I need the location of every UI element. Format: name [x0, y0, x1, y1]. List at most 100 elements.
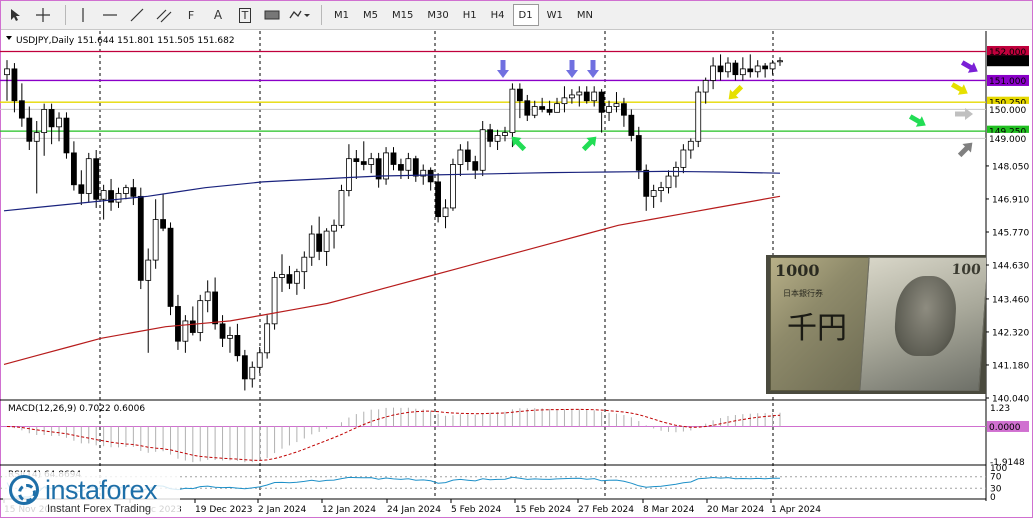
- vertical-line-icon[interactable]: [72, 4, 94, 26]
- timeframe-h1[interactable]: H1: [457, 4, 483, 26]
- timeframe-m30[interactable]: M30: [421, 4, 454, 26]
- x-tick-label: 20 Mar 2024: [707, 505, 764, 515]
- candle-body: [777, 60, 783, 63]
- y-tick-label: 142.320: [992, 328, 1029, 338]
- candle-body: [561, 97, 568, 105]
- candle-body: [70, 152, 77, 186]
- fibonacci-icon[interactable]: F: [180, 4, 202, 26]
- candle-body: [212, 291, 219, 325]
- level-price-label: 150.000: [989, 106, 1026, 116]
- candle-body: [383, 152, 389, 180]
- candle-body: [687, 140, 694, 151]
- crosshair-icon[interactable]: [32, 4, 54, 26]
- candle-body: [353, 158, 360, 162]
- level-price-label: 149.000: [989, 135, 1026, 145]
- candle-body: [286, 274, 293, 284]
- timeframe-w1[interactable]: W1: [541, 4, 569, 26]
- candle-body: [137, 195, 144, 281]
- candle-body: [650, 190, 657, 197]
- macd-label: MACD(12,26,9) 0.7022 0.6006: [8, 404, 145, 414]
- candle-body: [531, 106, 538, 116]
- candle-body: [219, 323, 226, 339]
- candle-body: [390, 152, 397, 165]
- candle-body: [598, 91, 605, 113]
- candle-body: [583, 91, 590, 102]
- candle-body: [4, 68, 10, 76]
- candle-body: [539, 106, 546, 110]
- candle-body: [63, 117, 70, 154]
- text-icon[interactable]: A: [207, 4, 229, 26]
- candle-body: [331, 224, 337, 232]
- annotation-arrow: [728, 84, 744, 100]
- annotation-arrow: [511, 136, 527, 152]
- brand-name: instaforex: [45, 474, 158, 505]
- collapse-icon: [6, 36, 12, 40]
- candle-body: [368, 158, 375, 165]
- candle-body: [576, 91, 583, 96]
- candle-body: [241, 355, 248, 380]
- candle-body: [568, 94, 575, 99]
- rsi-axis-label: 0: [990, 493, 996, 503]
- candle-body: [167, 227, 174, 307]
- candle-body: [613, 103, 620, 107]
- candle-body: [249, 366, 256, 380]
- trendline-icon[interactable]: [126, 4, 148, 26]
- candle-body: [130, 187, 137, 197]
- candle-body: [643, 169, 650, 197]
- candle-body: [435, 181, 441, 218]
- timeframe-mn[interactable]: MN: [571, 4, 599, 26]
- candle-body: [227, 335, 233, 339]
- candle-body: [33, 132, 40, 142]
- channel-icon[interactable]: [153, 4, 175, 26]
- candle-body: [204, 291, 211, 302]
- candle-body: [338, 190, 345, 226]
- candle-body: [182, 320, 189, 342]
- candle-body: [769, 62, 776, 70]
- x-tick-label: 15 Feb 2024: [515, 505, 571, 515]
- candle-body: [665, 175, 672, 189]
- timeframe-m15[interactable]: M15: [386, 4, 419, 26]
- candle-body: [316, 233, 323, 252]
- candle-body: [509, 88, 516, 134]
- watermark: instaforex Instant Forex Trading: [3, 472, 180, 517]
- timeframe-d1[interactable]: D1: [512, 4, 539, 26]
- annotation-arrow: [581, 136, 597, 152]
- cursor-icon[interactable]: [5, 4, 27, 26]
- rectangle-icon[interactable]: [261, 4, 283, 26]
- rsi-axis-label: 70: [990, 473, 1002, 483]
- timeframe-m5[interactable]: M5: [357, 4, 384, 26]
- yen-value: 1000: [775, 261, 820, 280]
- candle-body: [26, 117, 33, 142]
- annotation-arrow: [960, 60, 978, 73]
- candle-body: [502, 132, 508, 136]
- x-tick-label: 8 Mar 2024: [643, 505, 695, 515]
- timeframe-h4[interactable]: H4: [485, 4, 511, 26]
- usd-banknote: 100: [859, 257, 986, 391]
- candle-body: [702, 80, 709, 93]
- candle-body: [48, 109, 55, 128]
- shapes-dropdown-icon[interactable]: [288, 4, 310, 26]
- candle-body: [100, 190, 107, 200]
- candle-body: [85, 158, 92, 194]
- candle-body: [717, 65, 724, 73]
- annotation-arrow: [587, 60, 599, 78]
- label-icon[interactable]: T: [234, 4, 256, 26]
- candle-body: [18, 100, 25, 119]
- candle-body: [554, 103, 560, 113]
- toolbar: F A T M1 M5 M15 M30 H1 H4 D1 W1 MN: [1, 1, 1032, 30]
- candle-body: [279, 274, 285, 278]
- candle-body: [78, 184, 85, 194]
- y-tick-label: 148.050: [992, 162, 1029, 172]
- y-tick-label: 145.770: [992, 228, 1029, 238]
- horizontal-line-icon[interactable]: [99, 4, 121, 26]
- x-tick-label: 12 Jan 2024: [322, 505, 376, 515]
- y-tick-label: 146.910: [992, 195, 1029, 205]
- symbol-header: USDJPY,Daily 151.644 151.801 151.505 151…: [16, 36, 235, 46]
- timeframe-m1[interactable]: M1: [328, 4, 355, 26]
- y-tick-label: 140.040: [992, 395, 1029, 405]
- candle-body: [405, 158, 412, 171]
- level-price-label: 151.000: [989, 77, 1026, 87]
- annotation-arrow: [908, 114, 926, 127]
- annotation-arrow: [950, 82, 968, 95]
- candle-body: [524, 100, 531, 116]
